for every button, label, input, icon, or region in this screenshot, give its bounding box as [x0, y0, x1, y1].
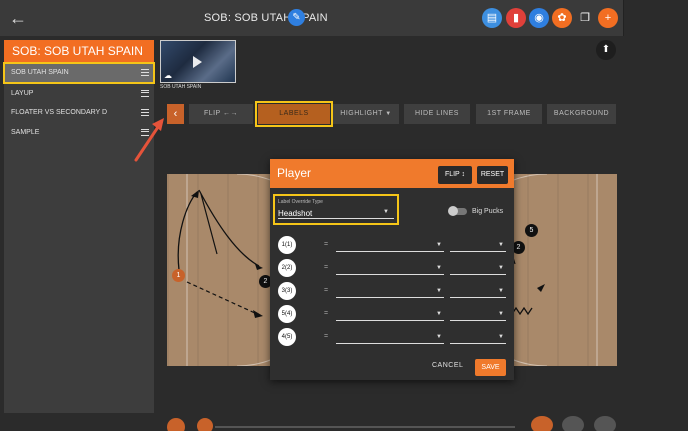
- chevron-down-icon: ▼: [436, 265, 442, 271]
- player-number-select[interactable]: ▼: [450, 238, 506, 252]
- player-badge: 3(3): [278, 282, 296, 300]
- player-row: 1(1) = ▼ ▼: [276, 236, 508, 256]
- hide-lines-button[interactable]: HIDE LINES: [404, 104, 470, 124]
- big-pucks-label: Big Pucks: [472, 208, 504, 215]
- add-icon[interactable]: +: [598, 8, 618, 28]
- player-number-select[interactable]: ▼: [450, 284, 506, 298]
- player-badge: 2(2): [278, 259, 296, 277]
- player-name-select[interactable]: ▼: [336, 284, 444, 298]
- cancel-button[interactable]: CANCEL: [432, 362, 463, 369]
- equals-sign: =: [324, 287, 329, 294]
- player-badge: 5(4): [278, 305, 296, 323]
- player-token[interactable]: 5: [525, 224, 538, 237]
- player-row: 2(2) = ▼ ▼: [276, 259, 508, 279]
- chevron-down-icon: ▼: [385, 111, 392, 117]
- chevron-down-icon: ▼: [498, 242, 504, 248]
- flip-vertical-button[interactable]: FLIP ↕: [438, 166, 472, 184]
- annotation-arrow: [134, 118, 164, 162]
- right-gutter: [625, 0, 688, 431]
- player-row: 4(5) = ▼ ▼: [276, 328, 508, 348]
- big-pucks-toggle[interactable]: [448, 206, 467, 216]
- labels-button[interactable]: LABELS: [255, 101, 333, 127]
- chevron-down-icon: ▼: [498, 288, 504, 294]
- player-token-label: 2: [263, 278, 268, 285]
- timeline-track[interactable]: [215, 426, 515, 428]
- select-underline: [278, 218, 394, 219]
- player-name-select[interactable]: ▼: [336, 238, 444, 252]
- sidebar-item-sob-utah-spain[interactable]: SOB UTAH SPAIN: [3, 62, 155, 84]
- dialog-header: Player FLIP ↕ RESET: [270, 159, 514, 188]
- player-tool-icon[interactable]: [531, 416, 553, 431]
- player-name-select[interactable]: ▼: [336, 330, 444, 344]
- save-button[interactable]: SAVE: [475, 359, 506, 376]
- sidebar-item-layup[interactable]: LAYUP: [4, 84, 154, 104]
- play-icon: [193, 56, 202, 68]
- page-title: SOB: SOB UTAH SPAIN: [204, 12, 328, 24]
- chevron-down-icon: ▼: [383, 209, 389, 215]
- equals-sign: =: [324, 264, 329, 271]
- player-dialog: Player FLIP ↕ RESET Label Override Type …: [270, 159, 514, 380]
- player-name-select[interactable]: ▼: [336, 261, 444, 275]
- video-thumbnail[interactable]: ☁: [160, 40, 236, 83]
- override-label: Label Override Type: [278, 199, 323, 205]
- player-row: 5(4) = ▼ ▼: [276, 305, 508, 325]
- video-label: SOB UTAH SPAIN: [160, 84, 202, 90]
- player-badge: 1(1): [278, 236, 296, 254]
- sidebar-item-label: SAMPLE: [11, 128, 40, 136]
- sidebar: SOB: SOB UTAH SPAIN SOB UTAH SPAIN LAYUP…: [3, 40, 155, 413]
- run-tool-icon[interactable]: [562, 416, 584, 431]
- label-override-select[interactable]: Label Override Type Headshot ▼: [273, 194, 399, 225]
- player-token-label: 1: [176, 272, 181, 279]
- timeline-knob[interactable]: [197, 418, 213, 431]
- chevron-down-icon: ▼: [436, 242, 442, 248]
- player-badge: 4(5): [278, 328, 296, 346]
- override-value: Headshot: [278, 209, 313, 218]
- player-number-select[interactable]: ▼: [450, 330, 506, 344]
- chevron-down-icon: ▼: [436, 334, 442, 340]
- chevron-down-icon: ▼: [436, 288, 442, 294]
- chevron-down-icon: ▼: [436, 311, 442, 317]
- player-row: 3(3) = ▼ ▼: [276, 282, 508, 302]
- player-name-select[interactable]: ▼: [336, 307, 444, 321]
- player-token-label: 2: [516, 244, 521, 251]
- flip-horizontal-button[interactable]: FLIP ←→: [189, 104, 253, 124]
- reset-button[interactable]: RESET: [477, 166, 508, 184]
- chevron-down-icon: ▼: [498, 311, 504, 317]
- copy-icon[interactable]: ❐: [575, 8, 595, 28]
- highlight-label: HIGHLIGHT: [340, 110, 383, 117]
- delete-icon[interactable]: ▮: [506, 8, 526, 28]
- chevron-down-icon: ▼: [498, 265, 504, 271]
- edit-icon[interactable]: ✎: [288, 9, 305, 26]
- share-icon[interactable]: ✿: [552, 8, 572, 28]
- top-bar: ← SOB: SOB UTAH SPAIN ✎ ▤ ▮ ◉ ✿ ❐ +: [0, 0, 624, 36]
- equals-sign: =: [324, 310, 329, 317]
- drag-handle-icon[interactable]: [141, 69, 149, 76]
- sidebar-item-label: FLOATER VS SECONDARY D: [11, 109, 108, 116]
- dialog-title: Player: [277, 166, 312, 180]
- equals-sign: =: [324, 241, 329, 248]
- sidebar-item-label: LAYUP: [11, 89, 34, 97]
- upload-icon[interactable]: ⬆: [596, 40, 616, 60]
- highlight-dropdown[interactable]: HIGHLIGHT ▼: [333, 104, 399, 124]
- chevron-down-icon: ▼: [498, 334, 504, 340]
- player-number-select[interactable]: ▼: [450, 261, 506, 275]
- back-arrow-icon[interactable]: ←: [8, 8, 28, 28]
- drag-handle-icon[interactable]: [141, 89, 149, 97]
- cloud-icon: ☁: [164, 71, 172, 80]
- player-token[interactable]: 1: [172, 269, 185, 282]
- sidebar-title: SOB: SOB UTAH SPAIN: [4, 40, 154, 62]
- player-number-select[interactable]: ▼: [450, 307, 506, 321]
- background-button[interactable]: BACKGROUND: [547, 104, 616, 124]
- stats-icon[interactable]: ▤: [482, 8, 502, 28]
- equals-sign: =: [324, 333, 329, 340]
- first-frame-button[interactable]: 1ST FRAME: [476, 104, 542, 124]
- player-token-label: 5: [529, 227, 534, 234]
- screen-tool-icon[interactable]: [594, 416, 616, 431]
- sidebar-item-label: SOB UTAH SPAIN: [11, 69, 69, 76]
- play-button[interactable]: [167, 418, 185, 431]
- view-icon[interactable]: ◉: [529, 8, 549, 28]
